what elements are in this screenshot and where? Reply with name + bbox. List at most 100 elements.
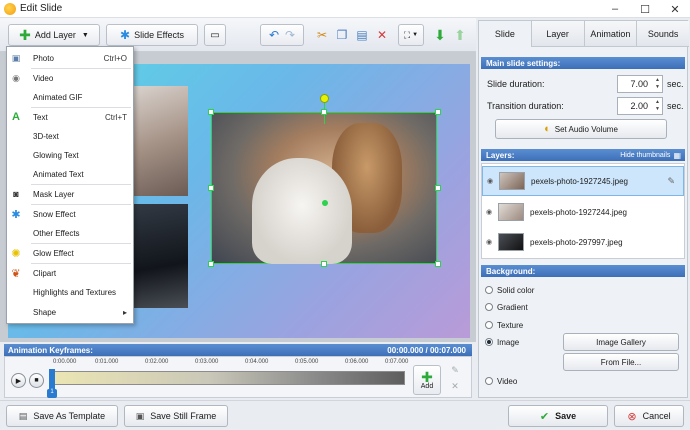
play-button[interactable]: ▶ bbox=[11, 373, 26, 388]
cancel-icon: ⊗ bbox=[627, 410, 637, 423]
bg-option-image[interactable]: Image bbox=[485, 335, 519, 349]
layers-title: Layers: bbox=[486, 150, 515, 160]
copy-icon[interactable]: ❐ bbox=[334, 27, 350, 43]
resize-handle-br[interactable] bbox=[435, 261, 441, 267]
add-keyframe-button[interactable]: ✚ Add bbox=[413, 365, 441, 395]
menu-item-mask-layer[interactable]: ◙ Mask Layer bbox=[7, 185, 133, 203]
bg-option-texture[interactable]: Texture bbox=[485, 318, 523, 332]
photo-layer-2[interactable] bbox=[128, 204, 188, 308]
paste-icon[interactable]: ▤ bbox=[354, 27, 370, 43]
tab-animation[interactable]: Animation bbox=[584, 21, 638, 47]
transition-duration-row: Transition duration: 2.00 ▲ ▼ sec. bbox=[487, 97, 687, 115]
plus-icon: ✚ bbox=[19, 26, 31, 43]
menu-item-glowing-text[interactable]: Glowing Text bbox=[7, 146, 133, 164]
menu-item-3d-text[interactable]: 3D-text bbox=[7, 127, 133, 145]
snowflake-icon: ✱ bbox=[120, 28, 131, 42]
stop-button[interactable]: ■ bbox=[29, 373, 44, 388]
bg-option-solid-color[interactable]: Solid color bbox=[485, 283, 534, 297]
menu-item-snow-effect[interactable]: ✱ Snow Effect bbox=[7, 205, 133, 223]
tick-label: 0:05.000 bbox=[295, 359, 319, 365]
move-down-icon[interactable]: ⬇ bbox=[432, 27, 448, 43]
menu-item-other-effects[interactable]: Other Effects bbox=[7, 224, 133, 242]
radio-button[interactable] bbox=[485, 321, 493, 329]
visibility-eye-icon[interactable]: ◉ bbox=[483, 177, 497, 185]
cancel-button[interactable]: ⊗ Cancel bbox=[614, 405, 684, 427]
menu-item-highlights-textures[interactable]: Highlights and Textures bbox=[7, 283, 133, 301]
menu-item-photo[interactable]: ▣ Photo Ctrl+O bbox=[7, 49, 133, 67]
delete-icon[interactable]: ✕ bbox=[374, 27, 390, 43]
move-up-icon[interactable]: ⬆ bbox=[452, 27, 468, 43]
photo-layer-3[interactable] bbox=[128, 86, 188, 196]
menu-item-clipart[interactable]: ❦ Clipart bbox=[7, 264, 133, 282]
audio-volume-icon: ◐ bbox=[544, 123, 551, 135]
save-as-template-button[interactable]: ▤ Save As Template bbox=[6, 405, 118, 427]
rotate-handle[interactable] bbox=[320, 94, 329, 103]
playhead[interactable] bbox=[49, 369, 55, 389]
delete-keyframe-icon[interactable]: ✕ bbox=[447, 381, 463, 393]
hide-thumbnails-label: Hide thumbnails bbox=[620, 151, 671, 159]
resize-handle-bl[interactable] bbox=[208, 261, 214, 267]
main-settings-header: Main slide settings: bbox=[481, 57, 685, 69]
fit-menu-button[interactable]: ⛶ ▼ bbox=[398, 24, 424, 46]
radio-button[interactable] bbox=[485, 377, 493, 385]
undo-icon[interactable]: ↶ bbox=[269, 28, 279, 42]
menu-item-shape[interactable]: Shape ▸ bbox=[7, 303, 133, 321]
visibility-eye-icon[interactable]: ◉ bbox=[482, 208, 496, 216]
redo-icon[interactable]: ↷ bbox=[285, 28, 295, 42]
tick-label: 0:03.000 bbox=[195, 359, 219, 365]
edit-keyframe-icon[interactable]: ✎ bbox=[447, 365, 463, 377]
hide-thumbnails-toggle[interactable]: Hide thumbnails ▦ bbox=[620, 151, 681, 160]
resize-handle-t[interactable] bbox=[321, 109, 327, 115]
layer-item[interactable]: ◉ pexels-photo-1927245.jpeg ✎ bbox=[482, 166, 684, 196]
menu-item-glow-effect[interactable]: ✺ Glow Effect bbox=[7, 244, 133, 262]
spinner-arrows-icon[interactable]: ▲ ▼ bbox=[655, 77, 660, 91]
from-file-button[interactable]: From File... bbox=[563, 353, 679, 371]
bg-option-video[interactable]: Video bbox=[485, 374, 517, 388]
image-gallery-button[interactable]: Image Gallery bbox=[563, 333, 679, 351]
menu-item-animated-gif[interactable]: Animated GIF bbox=[7, 88, 133, 106]
keyframe-marker[interactable]: 1 bbox=[47, 389, 57, 398]
tab-sounds[interactable]: Sounds bbox=[637, 21, 689, 47]
layer-item[interactable]: ◉ pexels-photo-1927244.jpeg bbox=[482, 197, 684, 227]
resize-handle-tl[interactable] bbox=[208, 109, 214, 115]
cut-icon[interactable]: ✂ bbox=[314, 27, 330, 43]
transition-duration-input[interactable]: 2.00 ▲ ▼ bbox=[617, 97, 663, 115]
photo-layer-selected[interactable] bbox=[211, 112, 437, 264]
resize-handle-tr[interactable] bbox=[435, 109, 441, 115]
resize-handle-l[interactable] bbox=[208, 185, 214, 191]
center-handle[interactable] bbox=[322, 200, 328, 206]
save-button[interactable]: ✔ Save bbox=[508, 405, 608, 427]
set-audio-volume-button[interactable]: ◐ Set Audio Volume bbox=[495, 119, 667, 139]
maximize-icon[interactable]: ☐ bbox=[630, 0, 660, 18]
keyframes-title: Animation Keyframes: bbox=[8, 345, 93, 355]
menu-item-video[interactable]: ◉ Video bbox=[7, 69, 133, 87]
tab-slide[interactable]: Slide bbox=[479, 21, 532, 47]
bg-option-gradient[interactable]: Gradient bbox=[485, 300, 528, 314]
pin-icon[interactable]: ✎ bbox=[667, 176, 675, 187]
slide-duration-input[interactable]: 7.00 ▲ ▼ bbox=[617, 75, 663, 93]
slide-effects-button[interactable]: ✱ Slide Effects bbox=[106, 24, 198, 46]
radio-button[interactable] bbox=[485, 338, 493, 346]
add-layer-button[interactable]: ✚ Add Layer ▼ bbox=[8, 24, 100, 46]
save-still-frame-button[interactable]: ▣ Save Still Frame bbox=[124, 405, 228, 427]
radio-label: Texture bbox=[497, 320, 524, 330]
tick-label: 0:04.000 bbox=[245, 359, 269, 365]
tab-layer[interactable]: Layer bbox=[531, 21, 585, 47]
menu-item-label: Other Effects bbox=[33, 228, 80, 238]
close-window-icon[interactable]: ✕ bbox=[660, 0, 690, 18]
resize-handle-b[interactable] bbox=[321, 261, 327, 267]
menu-item-text[interactable]: A Text Ctrl+T bbox=[7, 108, 133, 126]
glow-icon: ✺ bbox=[11, 247, 21, 260]
visibility-eye-icon[interactable]: ◉ bbox=[482, 238, 496, 246]
minimize-icon[interactable]: – bbox=[600, 0, 630, 18]
text-a-icon: A bbox=[12, 111, 20, 123]
spinner-arrows-icon[interactable]: ▲ ▼ bbox=[655, 99, 660, 113]
fit-screen-icon: ⛶ bbox=[403, 29, 411, 40]
radio-button[interactable] bbox=[485, 286, 493, 294]
resize-handle-r[interactable] bbox=[435, 185, 441, 191]
layer-item[interactable]: ◉ pexels-photo-297997.jpeg bbox=[482, 227, 684, 257]
keyframe-track[interactable] bbox=[51, 371, 405, 385]
radio-button[interactable] bbox=[485, 303, 493, 311]
preview-button[interactable]: ▭ bbox=[204, 24, 226, 46]
menu-item-animated-text[interactable]: Animated Text bbox=[7, 165, 133, 183]
